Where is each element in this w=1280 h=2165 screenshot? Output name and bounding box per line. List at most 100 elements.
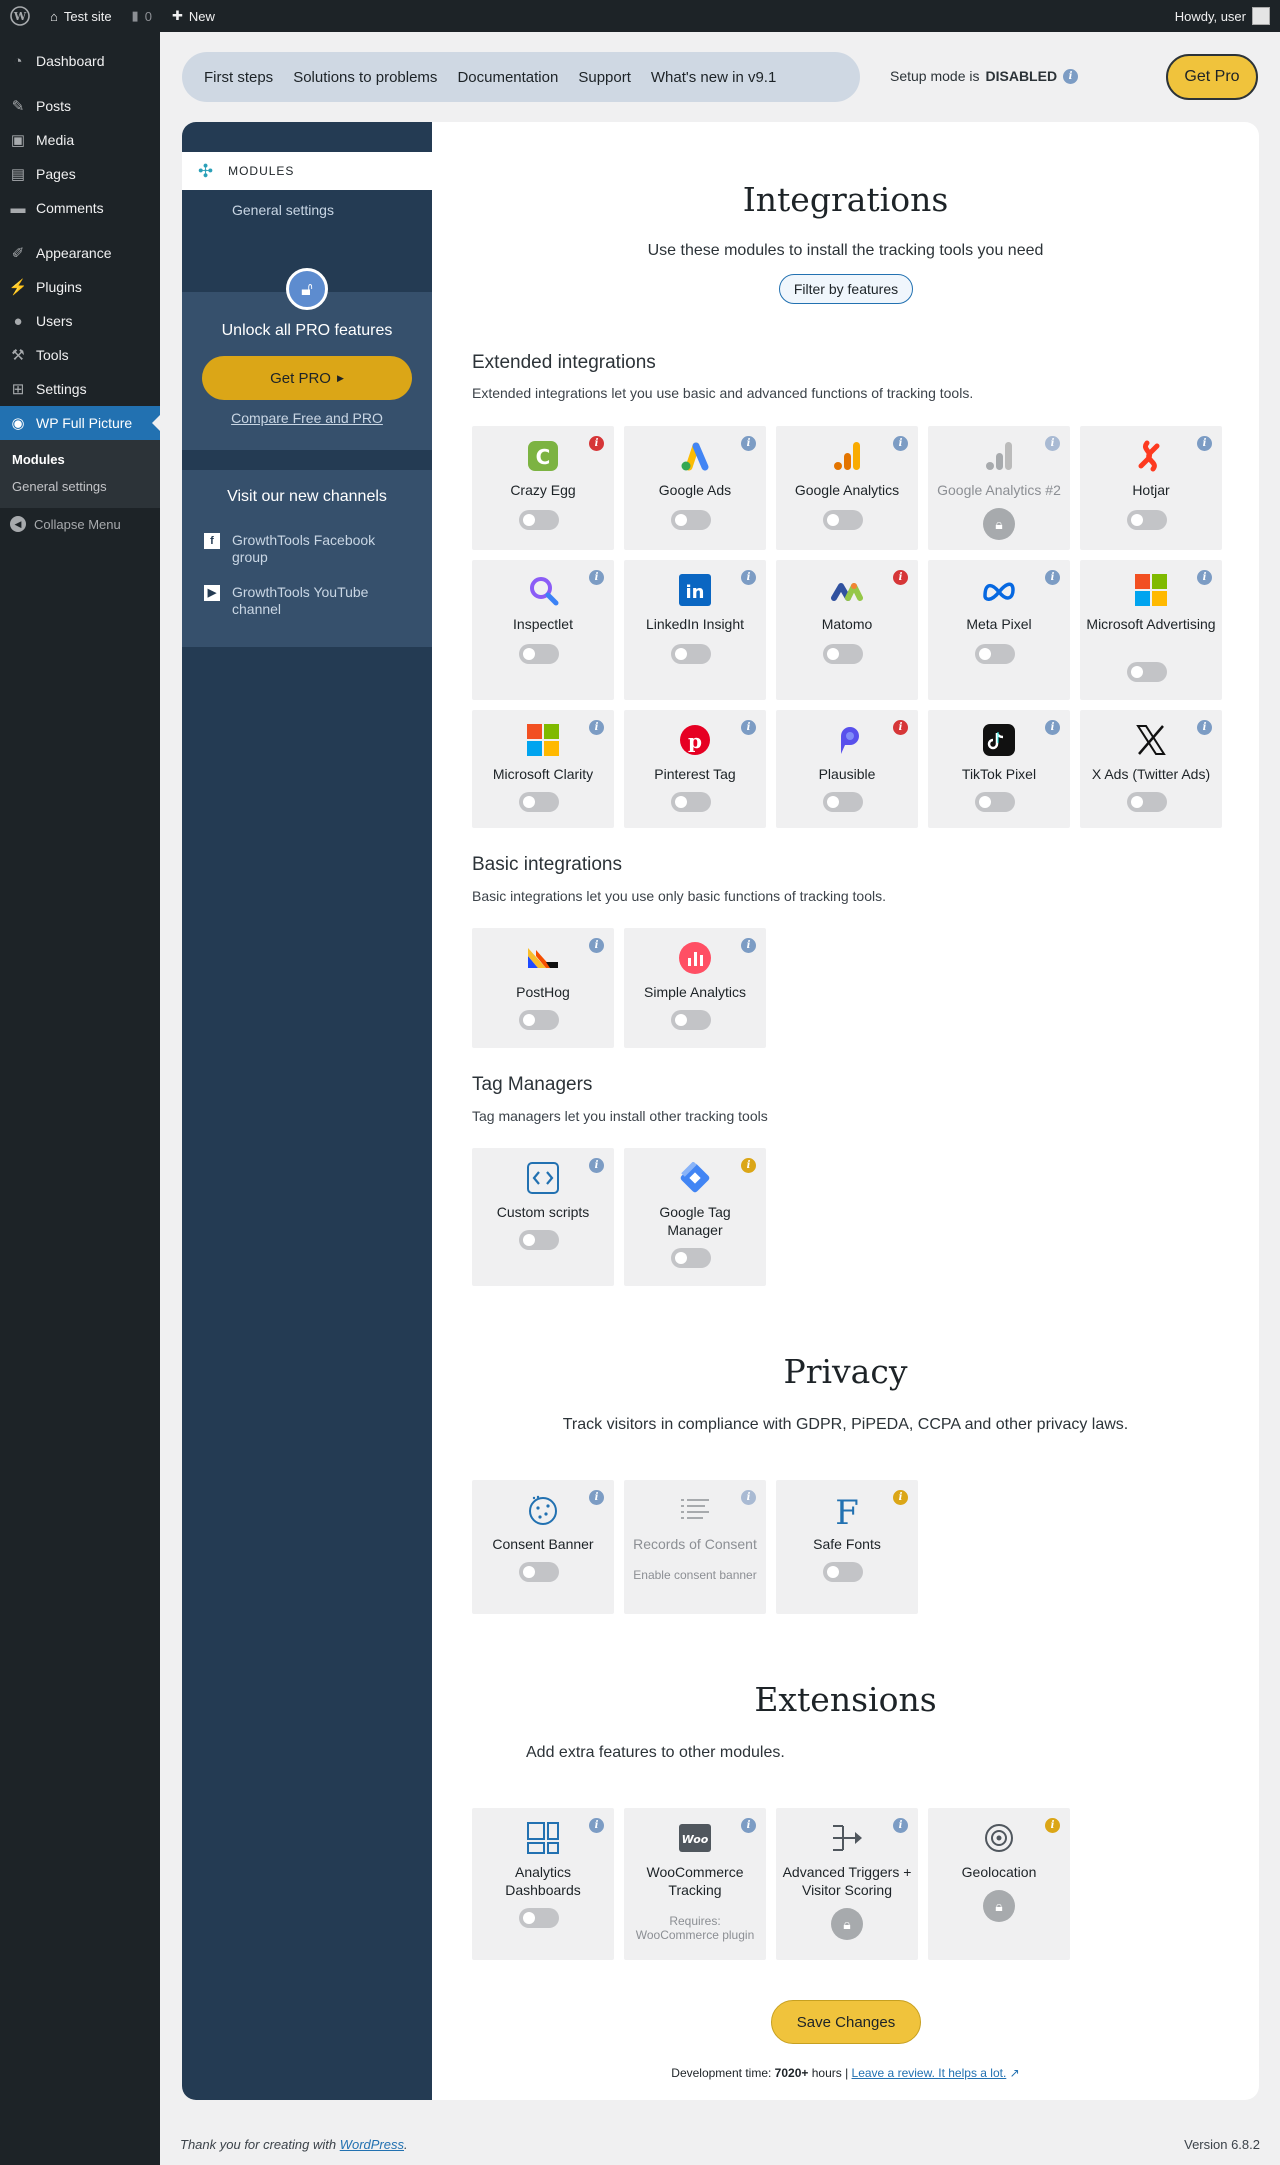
module-card[interactable]: i in LinkedIn Insight — [624, 560, 766, 700]
account-menu[interactable]: Howdy, user — [1165, 0, 1280, 32]
module-toggle[interactable] — [671, 792, 711, 812]
module-card[interactable]: i Simple Analytics — [624, 928, 766, 1048]
facebook-group-link[interactable]: f GrowthTools Facebook group — [204, 532, 414, 566]
leave-review-link[interactable]: Leave a review. It helps a lot. — [852, 2066, 1007, 2080]
pinterest-icon: p — [624, 724, 766, 756]
menu-item-dashboard[interactable]: ◔ Dashboard — [0, 44, 160, 78]
module-card[interactable]: i Inspectlet — [472, 560, 614, 700]
module-card[interactable]: i Records of Consent Enable consent bann… — [624, 1480, 766, 1614]
get-pro-button[interactable]: Get Pro — [1166, 54, 1258, 100]
get-pro-sidebar-button[interactable]: Get PRO ▶ — [202, 356, 412, 400]
nav-documentation[interactable]: Documentation — [447, 69, 568, 86]
dashboard-icon: ◔ — [13, 52, 23, 70]
module-card[interactable]: i Google Analytics — [776, 426, 918, 550]
module-toggle[interactable] — [519, 1908, 559, 1928]
nav-first-steps[interactable]: First steps — [194, 69, 283, 86]
module-card[interactable]: i X Ads (Twitter Ads) — [1080, 710, 1222, 828]
privacy-title: Privacy — [783, 1352, 908, 1391]
module-toggle[interactable] — [519, 1230, 559, 1250]
collapse-menu-button[interactable]: ◀ Collapse Menu — [0, 508, 160, 540]
module-card[interactable]: i Hotjar — [1080, 426, 1222, 550]
wordpress-link[interactable]: WordPress — [340, 2137, 404, 2152]
site-name: Test site — [63, 8, 112, 24]
menu-item-posts[interactable]: ✎ Posts — [0, 89, 160, 123]
menu-item-users[interactable]: ● Users — [0, 304, 160, 338]
module-toggle[interactable] — [519, 1010, 559, 1030]
wordpress-logo-icon[interactable]: W — [0, 0, 40, 32]
submenu-modules[interactable]: Modules — [0, 446, 160, 473]
module-card[interactable]: i Microsoft Advertising — [1080, 560, 1222, 700]
nav-support[interactable]: Support — [568, 69, 641, 86]
module-card[interactable]: i Matomo — [776, 560, 918, 700]
woocommerce-icon: Woo — [624, 1822, 766, 1854]
module-toggle[interactable] — [1127, 662, 1167, 682]
menu-item-comments[interactable]: ▬ Comments — [0, 191, 160, 225]
new-label: New — [188, 8, 215, 24]
module-card[interactable]: i C Crazy Egg — [472, 426, 614, 550]
menu-item-pages[interactable]: ▤ Pages — [0, 157, 160, 191]
site-name-link[interactable]: ⌂ Test site — [40, 0, 122, 32]
module-toggle[interactable] — [1127, 510, 1167, 530]
module-card[interactable]: i Google Tag Manager — [624, 1148, 766, 1286]
linkedin-icon: in — [624, 574, 766, 606]
comments-link[interactable]: ▮ 0 — [122, 0, 162, 32]
menu-item-appearance[interactable]: ✐ Appearance — [0, 236, 160, 270]
module-card[interactable]: i Consent Banner — [472, 1480, 614, 1614]
menu-item-tools[interactable]: ⚒ Tools — [0, 338, 160, 372]
module-card[interactable]: i Google Ads — [624, 426, 766, 550]
module-toggle[interactable] — [519, 510, 559, 530]
module-toggle[interactable] — [671, 1010, 711, 1030]
module-toggle[interactable] — [671, 1248, 711, 1268]
youtube-channel-link[interactable]: ▶ GrowthTools YouTube channel — [204, 584, 414, 618]
module-card[interactable]: i Custom scripts — [472, 1148, 614, 1286]
google-analytics-icon — [776, 440, 918, 472]
tab-modules[interactable]: ✣ MODULES — [182, 152, 432, 190]
module-toggle[interactable] — [975, 644, 1015, 664]
save-changes-button[interactable]: Save Changes — [771, 2000, 921, 2044]
module-card[interactable]: i F Safe Fonts — [776, 1480, 918, 1614]
font-icon: F — [776, 1494, 918, 1528]
wrench-icon: ⚒ — [11, 347, 25, 364]
tab-general-settings[interactable]: General settings — [232, 202, 334, 218]
filter-by-features-button[interactable]: Filter by features — [779, 274, 913, 304]
menu-label: Comments — [36, 200, 104, 216]
module-card[interactable]: i p Pinterest Tag — [624, 710, 766, 828]
module-name: Microsoft Clarity — [492, 766, 594, 782]
module-toggle[interactable] — [519, 1562, 559, 1582]
module-toggle[interactable] — [975, 792, 1015, 812]
module-toggle[interactable] — [1127, 792, 1167, 812]
module-card[interactable]: i Advanced Triggers + Visitor Scoring 🔒︎ — [776, 1808, 918, 1960]
module-toggle[interactable] — [519, 792, 559, 812]
module-toggle[interactable] — [823, 510, 863, 530]
module-card[interactable]: i Meta Pixel — [928, 560, 1070, 700]
module-toggle[interactable] — [519, 644, 559, 664]
menu-item-wp-full-picture[interactable]: ◉ WP Full Picture — [0, 406, 160, 440]
menu-item-settings[interactable]: ⊞ Settings — [0, 372, 160, 406]
module-toggle[interactable] — [823, 1562, 863, 1582]
module-card[interactable]: i Plausible — [776, 710, 918, 828]
tiktok-icon — [928, 724, 1070, 756]
module-toggle[interactable] — [823, 644, 863, 664]
module-card[interactable]: i Microsoft Clarity — [472, 710, 614, 828]
nav-whats-new[interactable]: What's new in v9.1 — [641, 69, 786, 86]
nav-solutions[interactable]: Solutions to problems — [283, 69, 447, 86]
google-ads-icon — [624, 440, 766, 472]
info-icon[interactable]: i — [1063, 68, 1079, 84]
facebook-icon: f — [204, 533, 220, 549]
module-toggle[interactable] — [671, 644, 711, 664]
compare-link[interactable]: Compare Free and PRO — [182, 410, 432, 426]
module-card[interactable]: i Geolocation 🔒︎ — [928, 1808, 1070, 1960]
module-card[interactable]: i Analytics Dashboards — [472, 1808, 614, 1960]
menu-item-media[interactable]: ▣ Media — [0, 123, 160, 157]
module-toggle[interactable] — [671, 510, 711, 530]
module-name: Matomo — [821, 616, 873, 632]
menu-item-plugins[interactable]: ⚡ Plugins — [0, 270, 160, 304]
module-toggle[interactable] — [823, 792, 863, 812]
module-card[interactable]: i TikTok Pixel — [928, 710, 1070, 828]
devtime-suffix: hours | — [811, 2066, 849, 2080]
module-card[interactable]: i Google Analytics #2 🔒︎ — [928, 426, 1070, 550]
submenu-general-settings[interactable]: General settings — [0, 473, 160, 500]
module-card[interactable]: i PostHog — [472, 928, 614, 1048]
module-card[interactable]: i Woo WooCommerce Tracking Requires: Woo… — [624, 1808, 766, 1960]
new-content-link[interactable]: ✚ New — [162, 0, 225, 32]
